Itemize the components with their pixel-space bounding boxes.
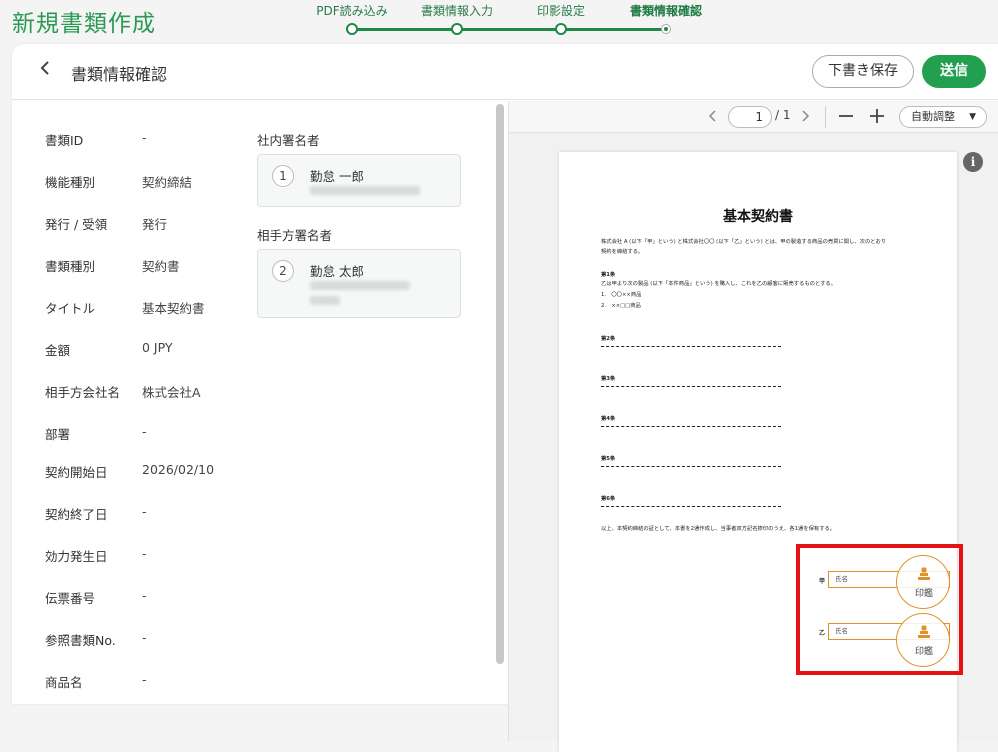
field-label: 伝票番号: [45, 591, 96, 606]
document-info-pane: 書類ID - 機能種別 契約締結 発行 / 受領 発行 書類種別 契約書 タイト…: [12, 101, 496, 701]
step-label-active: 書類情報確認: [629, 4, 702, 18]
signer-number-badge: 2: [272, 260, 294, 282]
counterparty-signer-card: 2 勤怠 太郎: [257, 249, 461, 318]
document-intro: 株式会社 A (以下「甲」という) と株式会社〇〇 (以下「乙」という) とは、…: [601, 239, 887, 245]
field-value: 0 JPY: [142, 340, 173, 355]
field-value: 株式会社A: [142, 385, 201, 400]
redacted-email: [310, 281, 410, 290]
step-complete-dot: [555, 23, 567, 35]
left-pane-scrollbar[interactable]: [496, 104, 504, 664]
field-label: 金額: [45, 343, 71, 358]
field-value: -: [142, 672, 147, 687]
card-header: 書類情報確認 下書き保存 送信: [12, 44, 998, 100]
field-label: 契約終了日: [45, 507, 108, 522]
field-label: 機能種別: [45, 175, 96, 190]
signature-area-highlight: [796, 544, 963, 675]
article-placeholder-line: [601, 506, 781, 507]
article-placeholder-line: [601, 426, 781, 427]
info-icon[interactable]: i: [963, 152, 983, 172]
field-label: 部署: [45, 427, 71, 442]
counterparty-signers-title: 相手方署名者: [257, 228, 333, 243]
step-label: PDF読み込み: [316, 4, 388, 18]
step-seal-settings[interactable]: 印影設定: [501, 0, 621, 35]
field-value: -: [142, 546, 147, 561]
caret-down-icon: ▼: [969, 112, 976, 122]
stepper-line: [350, 28, 666, 31]
article-heading: 第5条: [601, 456, 616, 462]
field-label: 契約開始日: [45, 465, 108, 480]
internal-signers-title: 社内署名者: [257, 133, 320, 148]
toolbar-separator: [825, 106, 826, 128]
field-label: 書類種別: [45, 259, 96, 274]
page-number-input[interactable]: 1: [728, 106, 772, 128]
step-complete-dot: [451, 23, 463, 35]
step-label: 書類情報入力: [420, 4, 493, 18]
progress-stepper: PDF読み込み 書類情報入力 印影設定 書類情報確認: [290, 0, 730, 40]
send-button[interactable]: 送信: [922, 55, 986, 88]
field-value: -: [142, 630, 147, 645]
redacted-email: [310, 296, 340, 305]
zoom-select[interactable]: 自動調整 ▼: [899, 106, 987, 128]
document-intro: 契約を締結する。: [601, 249, 644, 255]
redacted-email: [310, 186, 420, 195]
article-item: 1. 〇〇××商品: [601, 292, 642, 298]
step-current-dot: [661, 24, 671, 34]
field-label: 相手方会社名: [45, 385, 121, 400]
app-title: 新規書類作成: [12, 11, 156, 37]
field-label: 発行 / 受領: [45, 217, 108, 232]
prev-page-icon[interactable]: [708, 106, 718, 130]
article-heading: 第2条: [601, 336, 616, 342]
field-value: -: [142, 588, 147, 603]
article-heading: 第6条: [601, 496, 616, 502]
step-pdf-import[interactable]: PDF読み込み: [292, 0, 412, 35]
field-value: -: [142, 130, 147, 145]
field-label: 参照書類No.: [45, 633, 116, 648]
field-value: 基本契約書: [142, 301, 205, 316]
document-title: 基本契約書: [723, 209, 793, 225]
field-label: 効力発生日: [45, 549, 108, 564]
signer-number-badge: 1: [272, 165, 294, 187]
field-value: 契約書: [142, 259, 180, 274]
article-heading: 第1条: [601, 272, 616, 278]
next-page-icon[interactable]: [800, 106, 810, 130]
zoom-select-value: 自動調整: [911, 110, 955, 123]
field-value: -: [142, 424, 147, 439]
save-draft-button[interactable]: 下書き保存: [812, 55, 914, 88]
zoom-in-icon[interactable]: [868, 102, 886, 136]
document-closing: 以上、本契約締結の証として、本書を2通作成し、当事者双方記名捺印のうえ、各1通を…: [601, 526, 836, 532]
field-value: 契約締結: [142, 175, 193, 190]
field-label: 商品名: [45, 675, 83, 690]
field-label: 書類ID: [45, 133, 84, 148]
page-total: / 1: [775, 108, 791, 122]
article-item: 2. ××□□商品: [601, 303, 641, 309]
back-chevron-icon[interactable]: [38, 58, 52, 83]
field-value: -: [142, 504, 147, 519]
article-text: 乙は甲より次の製品 (以下「本件商品」という) を購入し、これを乙の顧客に販売す…: [601, 281, 837, 287]
field-value: 発行: [142, 217, 168, 232]
article-heading: 第3条: [601, 376, 616, 382]
signer-name: 勤怠 一郎: [310, 169, 364, 184]
article-placeholder-line: [601, 346, 781, 347]
internal-signer-card: 1 勤怠 一郎: [257, 154, 461, 207]
viewer-toolbar: 1 / 1 自動調整 ▼: [509, 101, 998, 133]
article-heading: 第4条: [601, 416, 616, 422]
step-label: 印影設定: [536, 4, 585, 18]
article-placeholder-line: [601, 466, 781, 467]
signer-name: 勤怠 太郎: [310, 264, 364, 279]
field-value: 2026/02/10: [142, 462, 215, 477]
step-document-info[interactable]: 書類情報入力: [397, 0, 517, 35]
page-title: 書類情報確認: [71, 65, 168, 84]
field-label: タイトル: [45, 301, 96, 316]
zoom-out-icon[interactable]: [837, 102, 855, 136]
article-placeholder-line: [601, 386, 781, 387]
step-complete-dot: [346, 23, 358, 35]
step-confirm: 書類情報確認: [606, 0, 726, 34]
